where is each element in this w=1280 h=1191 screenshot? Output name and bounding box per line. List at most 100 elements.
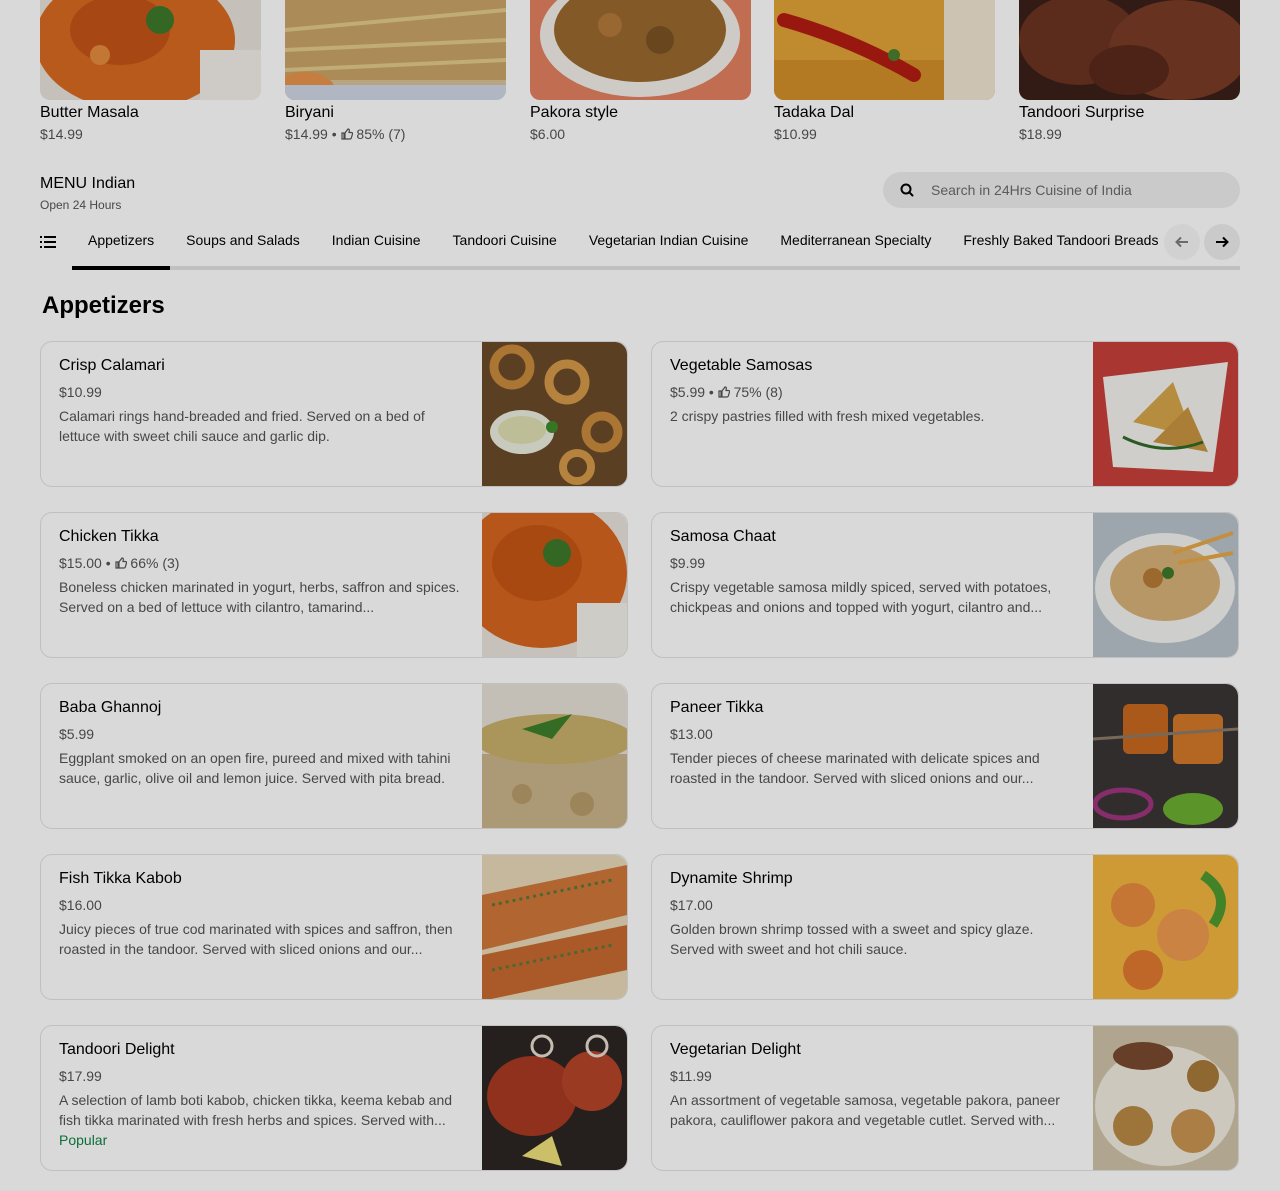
tab-strip: Appetizers Soups and Salads Indian Cuisine… [72, 222, 1160, 270]
item-meta: $15.00 • 66% (3) [59, 555, 179, 571]
featured-photo [530, 0, 751, 100]
item-name: Chicken Tikka [59, 528, 159, 545]
scroll-right-button[interactable] [1204, 224, 1240, 260]
menu-item-card[interactable]: Vegetarian Delight $11.99 An assortment … [651, 1025, 1239, 1171]
menu-item-card[interactable]: Paneer Tikka $13.00 Tender pieces of che… [651, 683, 1239, 829]
featured-photo [774, 0, 995, 100]
item-price: $9.99 [670, 555, 706, 571]
arrow-left-icon [1175, 236, 1188, 248]
search-input[interactable] [931, 172, 1231, 208]
item-description: Eggplant smoked on an open fire, pureed … [59, 750, 451, 786]
item-price: $16.00 [59, 897, 102, 913]
menu-search[interactable] [883, 172, 1240, 208]
item-description: Calamari rings hand-breaded and fried. S… [59, 408, 425, 444]
featured-item[interactable]: Biryani $14.99 • 85% (7) [285, 0, 506, 146]
item-name: Tandoori Delight [59, 1041, 175, 1058]
menu-item-card[interactable]: Tandoori Delight $17.99 A selection of l… [40, 1025, 628, 1171]
thumbs-up-icon [114, 557, 127, 569]
item-photo [1093, 1026, 1238, 1170]
item-photo [1093, 684, 1238, 828]
item-price: $5.99 • [670, 384, 714, 400]
featured-name: Pakora style [530, 104, 619, 121]
item-description: 2 crispy pastries filled with fresh mixe… [670, 408, 985, 424]
item-photo [482, 1026, 627, 1170]
item-photo [1093, 513, 1238, 657]
tab-soups-and-salads[interactable]: Soups and Salads [170, 222, 316, 270]
featured-name: Tandoori Surprise [1019, 104, 1145, 121]
item-name: Fish Tikka Kabob [59, 870, 182, 887]
featured-photo [285, 0, 506, 100]
list-icon[interactable] [40, 234, 56, 250]
menu-hours: Open 24 Hours [40, 198, 122, 212]
item-description: Juicy pieces of true cod marinated with … [59, 921, 453, 957]
tab-vegetarian-indian-cuisine[interactable]: Vegetarian Indian Cuisine [573, 222, 765, 270]
menu-item-card[interactable]: Chicken Tikka $15.00 • 66% (3) Boneless … [40, 512, 628, 658]
menu-item-card[interactable]: Vegetable Samosas $5.99 • 75% (8) 2 cris… [651, 341, 1239, 487]
item-rating: 66% (3) [130, 555, 180, 571]
featured-meta: $14.99 • 85% (7) [285, 124, 506, 146]
featured-item[interactable]: Tandoori Surprise $18.99 [1019, 0, 1240, 146]
menu-item-card[interactable]: Fish Tikka Kabob $16.00 Juicy pieces of … [40, 854, 628, 1000]
item-description: Tender pieces of cheese marinated with d… [670, 750, 1040, 786]
item-price: $10.99 [59, 384, 102, 400]
featured-price: $14.99 [40, 126, 83, 142]
item-price: $13.00 [670, 726, 713, 742]
tab-mediterranean-specialty[interactable]: Mediterranean Specialty [764, 222, 947, 270]
item-price: $5.99 [59, 726, 95, 742]
tab-appetizers[interactable]: Appetizers [72, 222, 171, 270]
item-photo [1093, 855, 1238, 999]
item-price: $17.99 [59, 1068, 102, 1084]
featured-price: $6.00 [530, 126, 566, 142]
item-rating: 75% (8) [733, 384, 783, 400]
thumbs-up-icon [718, 386, 730, 398]
section-title: Appetizers [42, 292, 165, 319]
item-photo [482, 855, 627, 999]
item-description: Crispy vegetable samosa mildly spiced, s… [670, 579, 1052, 615]
featured-price: $14.99 • [285, 126, 337, 142]
featured-name: Biryani [285, 104, 334, 121]
category-tabs: Appetizers Soups and Salads Indian Cuisine… [40, 222, 1240, 270]
arrow-right-icon [1216, 236, 1229, 248]
tab-freshly-baked-breads[interactable]: Freshly Baked Tandoori Breads [947, 222, 1160, 270]
menu-item-card[interactable]: Dynamite Shrimp $17.00 Golden brown shri… [651, 854, 1239, 1000]
featured-item[interactable]: Pakora style $6.00 [530, 0, 751, 146]
featured-price: $10.99 [774, 126, 817, 142]
menu-item-card[interactable]: Crisp Calamari $10.99 Calamari rings han… [40, 341, 628, 487]
featured-photo [40, 0, 261, 100]
item-name: Samosa Chaat [670, 528, 776, 545]
item-price: $17.00 [670, 897, 713, 913]
item-name: Dynamite Shrimp [670, 870, 793, 887]
featured-name: Butter Masala [40, 104, 139, 121]
item-description: Boneless chicken marinated in yogurt, he… [59, 579, 460, 615]
tab-indian-cuisine[interactable]: Indian Cuisine [316, 222, 437, 270]
item-name: Paneer Tikka [670, 699, 764, 716]
item-photo [482, 684, 627, 828]
item-description: A selection of lamb boti kabob, chicken … [59, 1092, 453, 1128]
tab-tandoori-cuisine[interactable]: Tandoori Cuisine [437, 222, 573, 270]
featured-item[interactable]: Butter Masala $14.99 [40, 0, 261, 146]
featured-item[interactable]: Tadaka Dal $10.99 [774, 0, 995, 146]
menu-page: Butter Masala $14.99 Biryani $14.99 • 85… [0, 0, 1280, 1191]
featured-name: Tadaka Dal [774, 104, 855, 121]
item-name: Vegetarian Delight [670, 1041, 801, 1058]
menu-item-card[interactable]: Baba Ghannoj $5.99 Eggplant smoked on an… [40, 683, 628, 829]
featured-items: Butter Masala $14.99 Biryani $14.99 • 85… [40, 0, 1240, 150]
item-photo [482, 513, 627, 657]
search-icon [900, 183, 914, 197]
menu-item-card[interactable]: Samosa Chaat $9.99 Crispy vegetable samo… [651, 512, 1239, 658]
menu-title: MENU Indian [40, 175, 136, 192]
scroll-left-button[interactable] [1164, 224, 1200, 260]
item-description: An assortment of vegetable samosa, veget… [670, 1092, 1060, 1128]
item-name: Vegetable Samosas [670, 357, 813, 374]
item-photo [482, 342, 627, 486]
item-name: Crisp Calamari [59, 357, 165, 374]
item-photo [1093, 342, 1238, 486]
item-meta: $5.99 • 75% (8) [670, 384, 783, 400]
featured-price: $18.99 [1019, 126, 1062, 142]
popular-badge: Popular [59, 1132, 108, 1148]
item-price: $11.99 [670, 1068, 712, 1084]
featured-photo [1019, 0, 1240, 100]
featured-rating: 85% (7) [356, 126, 406, 142]
item-description: Golden brown shrimp tossed with a sweet … [670, 921, 1034, 957]
item-name: Baba Ghannoj [59, 699, 162, 716]
